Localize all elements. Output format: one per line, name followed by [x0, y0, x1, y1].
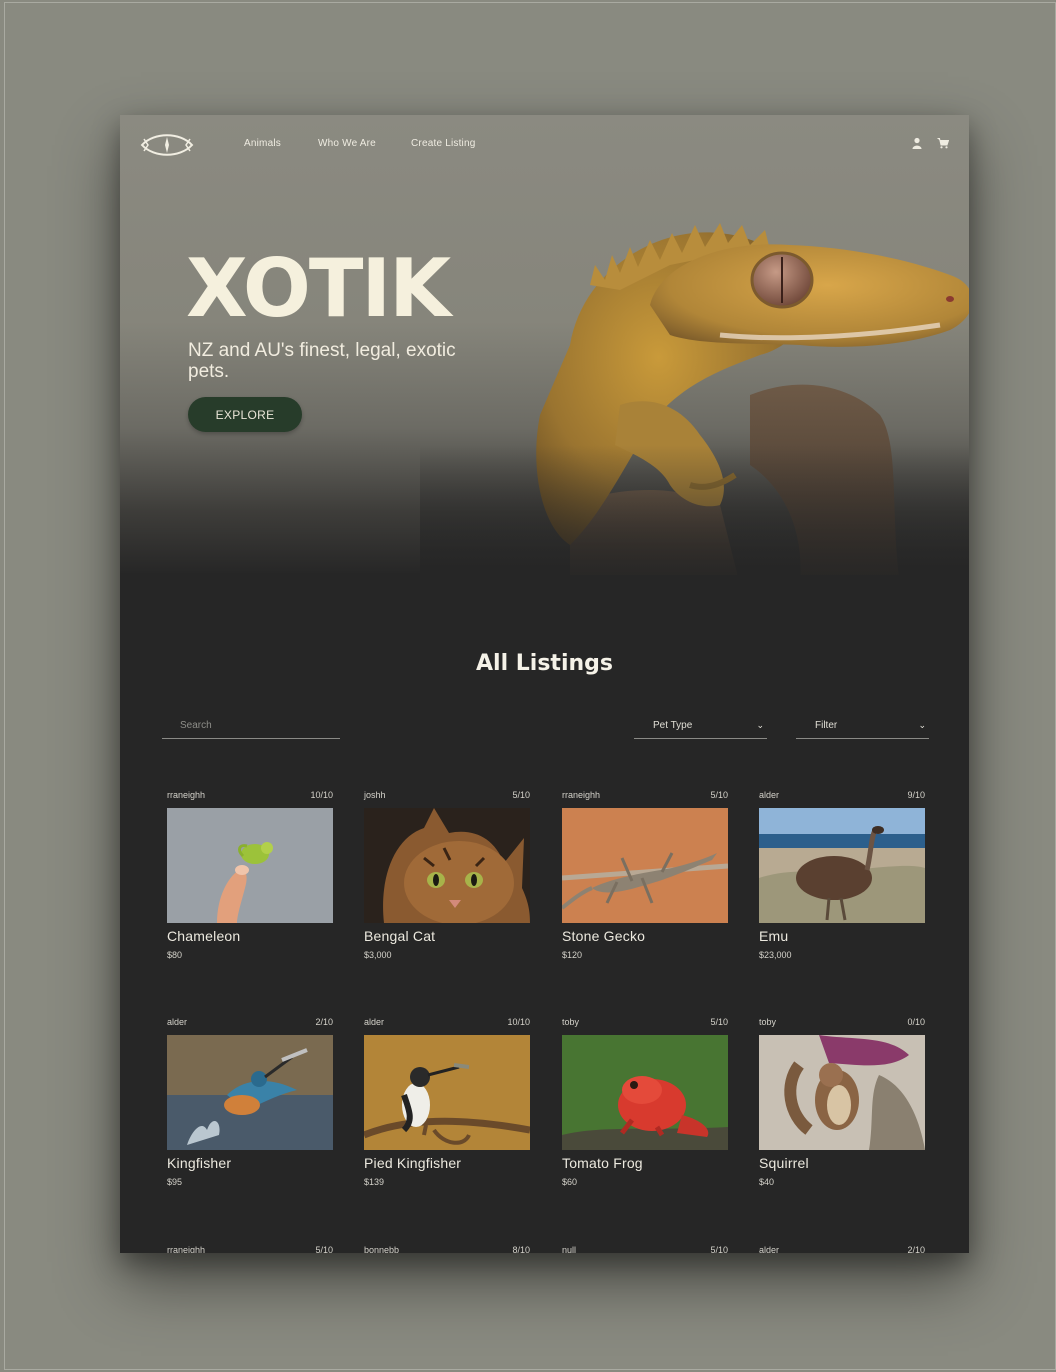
listing-card[interactable]: alder 10/10 Pied Kingfisher $139: [364, 1017, 530, 1197]
listing-user: toby: [759, 1017, 777, 1027]
listing-user: toby: [562, 1017, 580, 1027]
hero-subtitle: NZ and AU's finest, legal, exotic pets.: [188, 340, 456, 382]
listing-user: rraneighh: [167, 1245, 206, 1253]
listing-name: Kingfisher: [167, 1155, 232, 1171]
listing-rating: 2/10: [907, 1245, 925, 1253]
listing-name: Squirrel: [759, 1155, 809, 1171]
listing-rating: 5/10: [710, 1245, 728, 1253]
cart-icon[interactable]: [937, 137, 949, 149]
listing-rating: 0/10: [907, 1017, 925, 1027]
hero-title: XOTIK: [186, 242, 451, 335]
listing-price: $139: [364, 1177, 385, 1187]
listing-rating: 10/10: [507, 1017, 530, 1027]
listing-rating: 10/10: [310, 790, 333, 800]
listing-name: Stone Gecko: [562, 928, 646, 944]
listing-name: Chameleon: [167, 928, 241, 944]
listing-user: alder: [364, 1017, 385, 1027]
listing-user: alder: [167, 1017, 188, 1027]
listing-card[interactable]: toby 5/10 Tomato Frog $60: [562, 1017, 728, 1197]
listing-rating: 5/10: [710, 790, 728, 800]
filter-select[interactable]: Filter ⌄: [796, 715, 929, 739]
listing-card[interactable]: toby 0/10 Squirrel $40: [759, 1017, 925, 1197]
listing-price: $3,000: [364, 950, 392, 960]
search-input[interactable]: Search: [162, 715, 340, 739]
listing-price: $40: [759, 1177, 775, 1187]
listing-user: alder: [759, 1245, 780, 1253]
listing-card[interactable]: rraneighh 5/10: [167, 1245, 333, 1253]
explore-button[interactable]: EXPLORE: [188, 397, 302, 432]
listing-card[interactable]: rraneighh 5/10 Stone Gecko $120: [562, 790, 728, 970]
bengal-cat-photo: [364, 808, 530, 923]
listing-card[interactable]: alder 2/10 Kingfisher $95: [167, 1017, 333, 1197]
kingfisher-photo: [167, 1035, 333, 1150]
listing-user: rraneighh: [562, 790, 601, 800]
listing-rating: 2/10: [315, 1017, 333, 1027]
listing-user: rraneighh: [167, 790, 206, 800]
listing-name: Pied Kingfisher: [364, 1155, 462, 1171]
listing-card[interactable]: joshh 5/10 Bengal Cat $3,000: [364, 790, 530, 970]
filter-label: Filter: [815, 720, 838, 731]
listing-rating: 9/10: [907, 790, 925, 800]
listing-price: $60: [562, 1177, 578, 1187]
listing-card[interactable]: null 5/10: [562, 1245, 728, 1253]
pied-kingfisher-photo: [364, 1035, 530, 1150]
chevron-down-icon: ⌄: [918, 720, 926, 730]
listing-card[interactable]: alder 2/10: [759, 1245, 925, 1253]
listing-user: bonnebb: [364, 1245, 400, 1253]
nav-link-create-listing[interactable]: Create Listing: [411, 138, 476, 149]
listing-card[interactable]: bonnebb 8/10: [364, 1245, 530, 1253]
listing-card[interactable]: rraneighh 10/10 Chameleon $80: [167, 790, 333, 970]
listing-rating: 5/10: [710, 1017, 728, 1027]
listing-name: Bengal Cat: [364, 928, 436, 944]
nav-link-who-we-are[interactable]: Who We Are: [318, 138, 376, 149]
listing-price: $120: [562, 950, 583, 960]
listing-user: alder: [759, 790, 780, 800]
chameleon-photo: [167, 808, 333, 923]
pet-type-select[interactable]: Pet Type ⌄: [634, 715, 767, 739]
listing-rating: 5/10: [315, 1245, 333, 1253]
listing-rating: 5/10: [512, 790, 530, 800]
stone-gecko-photo: [562, 808, 728, 923]
eye-logo-icon[interactable]: [140, 128, 194, 162]
listing-price: $23,000: [759, 950, 792, 960]
squirrel-photo: [759, 1035, 925, 1150]
top-nav: Animals Who We Are Create Listing: [120, 115, 969, 173]
listing-name: Emu: [759, 928, 789, 944]
emu-photo: [759, 808, 925, 923]
listing-name: Tomato Frog: [562, 1155, 643, 1171]
listing-card[interactable]: alder 9/10 Emu $23,000: [759, 790, 925, 970]
listing-price: $80: [167, 950, 183, 960]
crested-gecko-image: [420, 185, 969, 575]
website-mockup: Animals Who We Are Create Listing XOTIK …: [120, 115, 969, 1253]
listing-user: joshh: [364, 790, 386, 800]
listing-rating: 8/10: [512, 1245, 530, 1253]
hero-section: Animals Who We Are Create Listing XOTIK …: [120, 115, 969, 575]
listing-user: null: [562, 1245, 577, 1253]
listings-title: All Listings: [476, 651, 613, 676]
chevron-down-icon: ⌄: [756, 720, 764, 730]
user-icon[interactable]: [911, 137, 923, 149]
tomato-frog-photo: [562, 1035, 728, 1150]
nav-link-animals[interactable]: Animals: [244, 138, 281, 149]
pet-type-label: Pet Type: [653, 720, 693, 731]
listing-price: $95: [167, 1177, 183, 1187]
